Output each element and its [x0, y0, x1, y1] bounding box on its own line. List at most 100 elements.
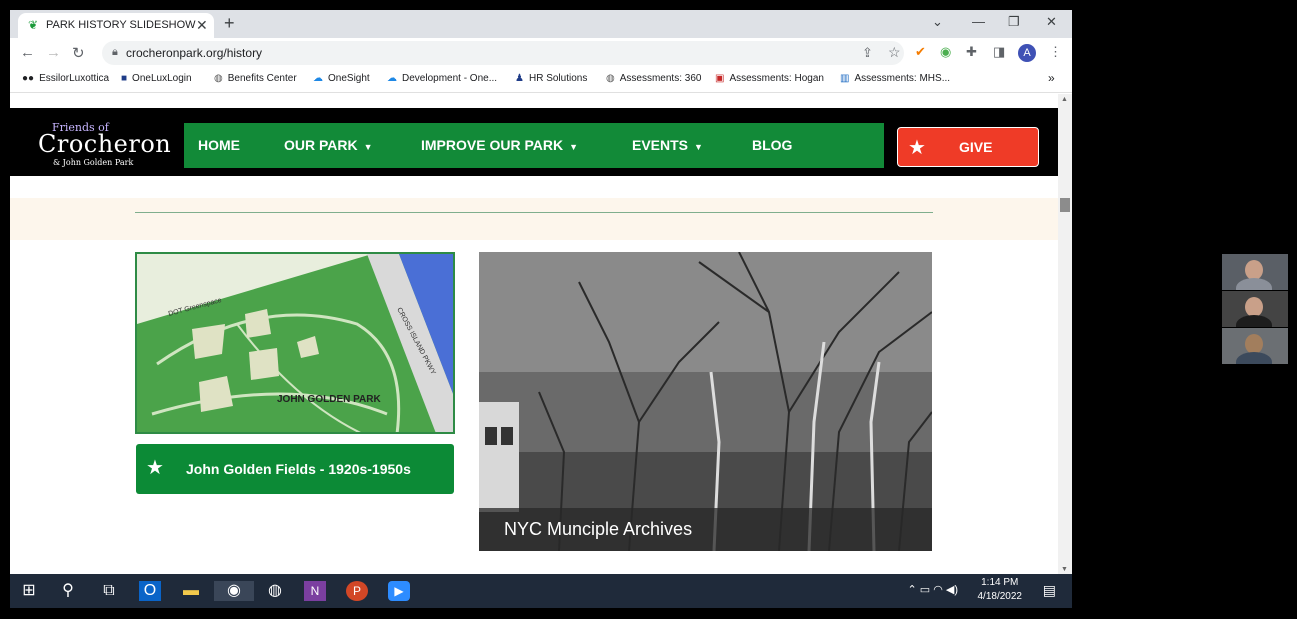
participant-body [1236, 315, 1272, 327]
archive-photo[interactable]: NYC Munciple Archives [479, 252, 932, 551]
archive-photo-svg [479, 252, 932, 551]
clock-time: 1:14 PM [981, 577, 1019, 588]
powerpoint-icon[interactable]: P [346, 581, 368, 601]
tab-park-history[interactable]: ❦ PARK HISTORY SLIDESHOW ✕ [18, 13, 214, 38]
park-map-image[interactable]: DOT Greenspace CROSS ISLAND PKWY JOHN GO… [135, 252, 455, 434]
extensions-puzzle-icon[interactable]: ✚ [966, 44, 977, 60]
people-icon: ♟ [515, 73, 524, 84]
side-panel-icon[interactable]: ◨ [993, 44, 1005, 60]
tab-search-icon[interactable]: ⌄ [932, 14, 943, 30]
site-header: Friends of Crocheron & John Golden Park … [10, 108, 1058, 176]
scroll-thumb[interactable] [1060, 198, 1070, 212]
bookmark-development[interactable]: ☁ Development - One... [387, 73, 497, 84]
share-icon[interactable]: ⇪ [862, 45, 873, 61]
new-tab-icon[interactable]: + [224, 13, 235, 34]
video-participant-3[interactable] [1222, 328, 1288, 364]
photo-caption-text: NYC Munciple Archives [504, 519, 693, 539]
restore-icon[interactable]: ❐ [1008, 14, 1020, 30]
h-icon: ▣ [715, 73, 725, 84]
participant-body [1236, 278, 1272, 290]
zoom-icon[interactable]: ▶ [388, 581, 410, 601]
extension-circle-icon[interactable]: ◉ [940, 44, 951, 60]
onenote-icon[interactable]: N [304, 581, 326, 601]
globe-icon: ◍ [214, 73, 223, 84]
close-tab-icon[interactable]: ✕ [196, 17, 208, 34]
participant-head [1245, 260, 1263, 280]
chart-icon: ▥ [840, 73, 850, 84]
windows-taskbar: ⊞ ⚲ ⧉ O ▬ ◉ ◍ N P ▶ ⌃ ▭ ◠ ◀) 1:14 PM 4/1… [10, 574, 1072, 608]
scroll-up-icon[interactable]: ▲ [1061, 96, 1068, 103]
browser-window: ❦ PARK HISTORY SLIDESHOW ✕ + ⌄ — ❐ ✕ ← →… [10, 10, 1072, 608]
profile-avatar[interactable]: A [1018, 44, 1036, 62]
close-window-icon[interactable]: ✕ [1046, 14, 1057, 30]
browser-globe-icon[interactable]: ◍ [264, 581, 286, 601]
lock-icon: 🔒︎ [112, 46, 118, 58]
section-divider-band [10, 198, 1058, 240]
star-icon: ★ [908, 137, 926, 159]
map-label-park: JOHN GOLDEN PARK [277, 394, 381, 405]
main-nav: HOME OUR PARK ▼ IMPROVE OUR PARK ▼ EVENTS ▼… [184, 123, 884, 168]
search-icon[interactable]: ⚲ [57, 581, 79, 601]
clock-date: 4/18/2022 [977, 591, 1023, 602]
slide-title-button[interactable]: ★ John Golden Fields - 1920s-1950s [136, 444, 454, 494]
bookmark-star-icon[interactable]: ☆ [888, 44, 901, 61]
participant-head [1245, 334, 1263, 354]
bookmark-benefits-center[interactable]: ◍ Benefits Center [214, 73, 297, 84]
bookmark-assessments-mhs[interactable]: ▥ Assessments: MHS... [840, 73, 950, 84]
globe-icon: ◍ [606, 73, 615, 84]
bookmark-essilorluxottica[interactable]: ●● EssilorLuxottica [22, 73, 109, 84]
web-page: Friends of Crocheron & John Golden Park … [10, 94, 1058, 576]
notifications-icon[interactable]: ▤ [1043, 582, 1056, 599]
bookmark-assessments-hogan[interactable]: ▣ Assessments: Hogan [715, 73, 824, 84]
square-icon: ■ [121, 73, 128, 84]
system-tray-icons[interactable]: ⌃ ▭ ◠ ◀) [908, 583, 959, 596]
tab-title: PARK HISTORY SLIDESHOW [46, 19, 196, 31]
participant-body [1236, 352, 1272, 364]
star-icon: ★ [146, 457, 164, 479]
page-scrollbar[interactable]: ▲ ▼ [1058, 94, 1072, 576]
participant-head [1245, 297, 1263, 317]
bookmarks-bar: ●● EssilorLuxottica ■ OneLuxLogin ◍ Benefit… [10, 68, 1072, 93]
back-icon[interactable]: ← [20, 44, 35, 61]
park-map-svg: DOT Greenspace CROSS ISLAND PKWY JOHN GO… [137, 254, 453, 432]
browser-toolbar: ← → ↻ 🔒︎ crocheronpark.org/history ⇪ ☆ ✔… [10, 38, 1072, 68]
slide-title-text: John Golden Fields - 1920s-1950s [186, 461, 411, 477]
bookmark-hr-solutions[interactable]: ♟ HR Solutions [515, 73, 587, 84]
more-bookmarks-icon[interactable]: » [1048, 71, 1055, 85]
scroll-down-icon[interactable]: ▼ [1061, 566, 1068, 573]
dots-icon: ●● [22, 73, 35, 84]
file-explorer-icon[interactable]: ▬ [180, 581, 202, 601]
cloud-icon: ☁ [313, 73, 323, 84]
bookmark-oneluxlogin[interactable]: ■ OneLuxLogin [121, 73, 192, 84]
task-view-icon[interactable]: ⧉ [98, 581, 120, 601]
give-label: GIVE [959, 139, 993, 155]
tab-strip: ❦ PARK HISTORY SLIDESHOW ✕ + ⌄ — ❐ ✕ [10, 10, 1072, 38]
photo-caption-bar: NYC Munciple Archives [479, 508, 932, 551]
nav-events[interactable]: EVENTS ▼ [632, 137, 703, 153]
nav-blog[interactable]: BLOG [752, 137, 792, 153]
give-button[interactable]: ★ GIVE [897, 127, 1039, 167]
clock[interactable]: 1:14 PM 4/18/2022 [978, 577, 1023, 602]
nav-our-park[interactable]: OUR PARK ▼ [284, 137, 373, 153]
divider-line [135, 212, 933, 213]
nav-improve-our-park[interactable]: IMPROVE OUR PARK ▼ [421, 137, 578, 153]
video-participant-2[interactable] [1222, 291, 1288, 327]
chevron-down-icon: ▼ [569, 142, 579, 152]
cloud-icon: ☁ [387, 73, 397, 84]
address-bar[interactable]: 🔒︎ crocheronpark.org/history ⇪ ☆ [102, 41, 904, 65]
chevron-down-icon: ▼ [694, 142, 703, 152]
bookmark-assessments-360[interactable]: ◍ Assessments: 360 [606, 73, 701, 84]
reload-icon[interactable]: ↻ [72, 44, 85, 62]
bookmark-onesight[interactable]: ☁ OneSight [313, 73, 370, 84]
menu-kebab-icon[interactable]: ⋮ [1049, 44, 1062, 60]
outlook-icon[interactable]: O [139, 581, 161, 601]
minimize-icon[interactable]: — [972, 14, 985, 29]
extension-rocket-icon[interactable]: ✔ [915, 44, 926, 60]
forward-icon[interactable]: → [46, 44, 61, 61]
video-participant-1[interactable] [1222, 254, 1288, 290]
site-logo[interactable]: Friends of Crocheron & John Golden Park [38, 120, 171, 167]
start-icon[interactable]: ⊞ [18, 581, 40, 601]
nav-home[interactable]: HOME [198, 137, 240, 153]
url-text[interactable]: crocheronpark.org/history [126, 46, 262, 60]
chrome-icon[interactable]: ◉ [214, 581, 254, 601]
